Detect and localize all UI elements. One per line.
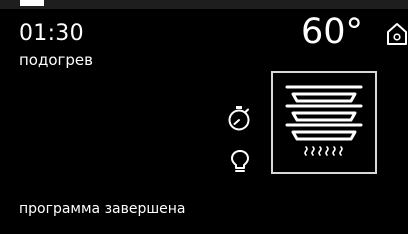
temperature-readout[interactable]: 60° xyxy=(301,12,363,52)
program-tile[interactable] xyxy=(271,71,377,174)
home-icon[interactable] xyxy=(386,22,408,46)
timer-icon[interactable] xyxy=(226,105,252,131)
status-message: программа завершена xyxy=(19,201,186,217)
top-edge-marker xyxy=(20,0,44,6)
multi-level-steam-trays-icon xyxy=(285,85,363,156)
display-top-edge xyxy=(0,0,408,9)
oven-light-icon[interactable] xyxy=(230,149,250,173)
cooking-mode-label[interactable]: подогрев xyxy=(19,51,93,69)
oven-display: 01:30 подогрев 60° программа завершена xyxy=(0,0,408,234)
remaining-time[interactable]: 01:30 xyxy=(19,21,84,47)
